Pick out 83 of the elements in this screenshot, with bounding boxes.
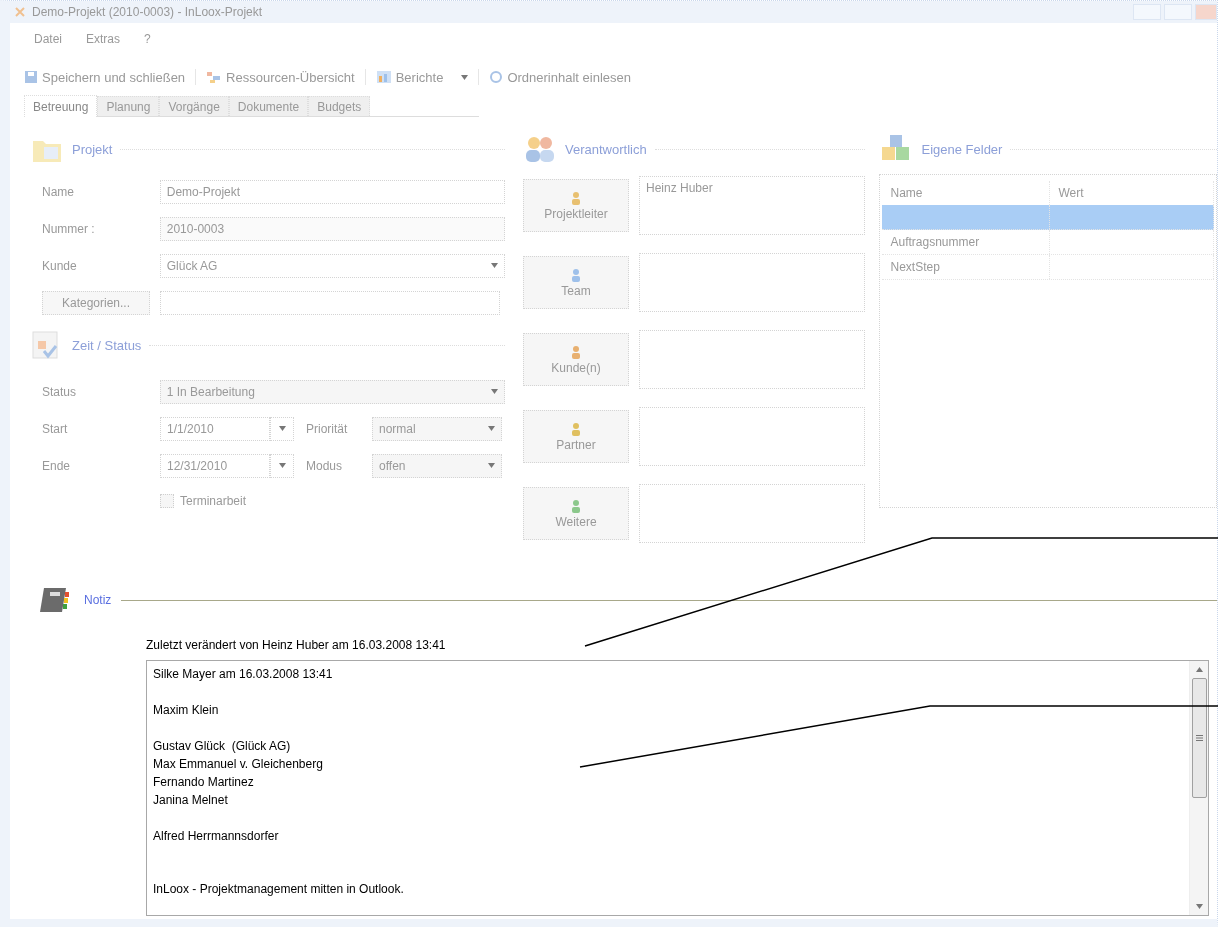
tab[interactable]: Planung <box>97 96 160 116</box>
section-title: Zeit / Status <box>72 337 142 353</box>
dropdown-field[interactable]: 1 In Bearbeitung <box>159 379 505 404</box>
dropdown-arrow-icon[interactable] <box>488 426 495 431</box>
toolbar-button[interactable]: Speichern und schließen <box>24 69 186 85</box>
dropdown-arrow-icon[interactable] <box>278 426 286 431</box>
dropdown-field[interactable]: offen <box>372 453 502 478</box>
table-cell-text: Auftragsnummer <box>890 234 980 251</box>
dropdown-field[interactable]: normal <box>372 416 502 441</box>
dropdown-arrow-icon[interactable] <box>491 389 498 394</box>
refresh-icon <box>489 70 504 84</box>
note-text-area[interactable]: Silke Mayer am 16.03.2008 13:41 Maxim Klein Gustav Glück (Glück AG) Max Emmanuel v. Gleichenberg Fernando Martinez Janina Melnet Alfred Herrmannsdorfer InLoox - Projektmanagement mitten in Outlook. <box>146 660 1209 916</box>
field-label: Status <box>42 384 78 399</box>
dropdown-arrow-icon[interactable] <box>278 463 286 468</box>
dropdown-arrow-icon[interactable] <box>461 74 469 80</box>
field-label: Ende <box>42 458 72 473</box>
calendar-dropdown-button[interactable] <box>270 453 294 478</box>
names-field[interactable] <box>639 484 866 543</box>
person-icon <box>570 190 582 205</box>
app-icon <box>14 6 26 18</box>
checkbox[interactable] <box>160 494 174 508</box>
calendar-dropdown-button[interactable] <box>270 416 294 441</box>
note-line: Fernando Martinez <box>153 774 255 791</box>
last-changed-text: Zuletzt verändert von Heinz Huber am 16.03.2008 13:41 <box>146 638 447 654</box>
window-title: Demo-Projekt (2010-0003) - InLoox-Projekt <box>32 5 263 19</box>
categories-button[interactable]: Kategorien... <box>42 290 150 315</box>
scroll-down-icon[interactable] <box>1195 904 1203 909</box>
chart-icon <box>206 70 223 84</box>
tab[interactable]: Dokumente <box>228 96 309 116</box>
save-icon <box>24 70 38 84</box>
report-icon <box>375 70 392 84</box>
names-field[interactable] <box>639 330 866 389</box>
note-line: Silke Mayer am 16.03.2008 13:41 <box>153 666 334 683</box>
field-label: Kunde <box>42 258 78 273</box>
menu-item[interactable]: Extras <box>86 32 121 54</box>
role-button[interactable]: Partner <box>523 410 629 463</box>
text-field[interactable] <box>160 290 500 315</box>
person-icon <box>570 421 582 436</box>
field-label: Nummer : <box>42 221 96 236</box>
person-icon <box>570 498 582 513</box>
tab[interactable]: Budgets <box>308 96 371 116</box>
field-label: Name <box>42 184 75 199</box>
text-field[interactable]: Demo-Projekt <box>159 179 505 204</box>
checkbox-label: Terminarbeit <box>180 494 247 508</box>
dropdown-field[interactable]: Glück AG <box>159 253 505 278</box>
section-title: Eigene Felder <box>921 141 1003 157</box>
person-icon <box>570 267 582 282</box>
scrollbar-thumb[interactable] <box>1191 678 1207 798</box>
section-title: Notiz <box>84 593 112 607</box>
person-icon <box>570 344 582 359</box>
role-button[interactable]: Projektleiter <box>523 179 629 232</box>
note-line: Alfred Herrmannsdorfer <box>153 828 280 845</box>
scroll-up-icon[interactable] <box>1195 667 1203 672</box>
date-field[interactable]: 1/1/2010 <box>160 416 270 441</box>
names-field[interactable] <box>639 253 866 312</box>
note-line: Max Emmanuel v. Gleichenberg <box>153 756 324 773</box>
table-cell-text: NextStep <box>890 259 940 276</box>
field-label: Modus <box>306 458 344 473</box>
role-button[interactable]: Weitere <box>523 487 629 540</box>
tab[interactable]: Vorgänge <box>159 96 229 116</box>
toolbar-button[interactable]: Ressourcen-Übersicht <box>206 69 355 85</box>
toolbar-button[interactable]: Berichte <box>375 69 469 85</box>
field-label: Start <box>42 421 69 436</box>
dropdown-arrow-icon[interactable] <box>491 263 498 268</box>
note-line: Gustav Glück (Glück AG) <box>153 738 292 755</box>
note-line: Maxim Klein <box>153 702 220 719</box>
table-row[interactable]: Auftragsnummer <box>882 230 1214 255</box>
dropdown-arrow-icon[interactable] <box>488 463 495 468</box>
field-label: Priorität <box>306 421 349 436</box>
role-button[interactable]: Team <box>523 256 629 309</box>
names-field[interactable] <box>639 407 866 466</box>
date-field[interactable]: 12/31/2010 <box>160 453 270 478</box>
menu-item[interactable]: Datei <box>34 32 62 54</box>
note-line: Janina Melnet <box>153 792 229 809</box>
toolbar-button[interactable]: Ordnerinhalt einlesen <box>489 69 631 85</box>
section-title: Verantwortlich <box>565 141 647 157</box>
table-row[interactable]: NextStep <box>882 255 1214 280</box>
menu-item[interactable]: ? <box>144 32 151 54</box>
role-button[interactable]: Kunde(n) <box>523 333 629 386</box>
note-line: InLoox - Projektmanagement mitten in Outlook. <box>153 881 405 898</box>
names-field[interactable]: Heinz Huber <box>639 176 866 235</box>
section-title: Projekt <box>72 141 113 157</box>
tab[interactable]: Betreuung <box>24 95 98 117</box>
